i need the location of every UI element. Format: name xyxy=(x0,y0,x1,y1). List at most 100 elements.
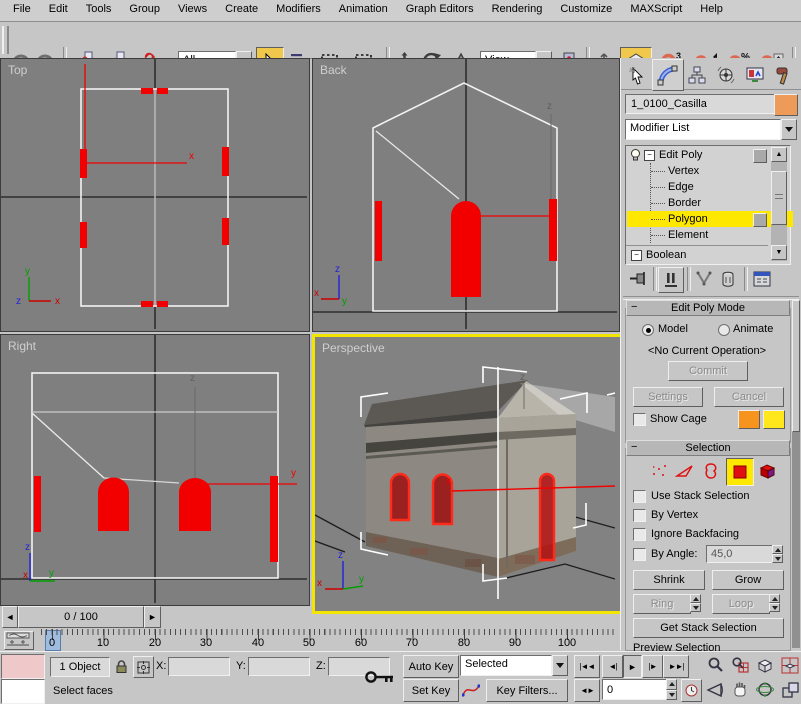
tab-create[interactable] xyxy=(623,61,651,88)
frame-spinner[interactable] xyxy=(666,679,677,700)
make-unique-button[interactable] xyxy=(693,268,715,290)
spinner-down[interactable] xyxy=(690,603,701,612)
model-radio-label[interactable]: Model xyxy=(658,323,688,335)
absolute-offset-mode-toggle[interactable] xyxy=(133,656,154,678)
loop-button[interactable]: Loop xyxy=(712,594,770,614)
scroll-thumb[interactable] xyxy=(771,171,787,225)
viewport-top-label[interactable]: Top xyxy=(8,63,27,77)
menu-tools[interactable]: Tools xyxy=(77,0,121,18)
stack-item-label[interactable]: Vertex xyxy=(668,165,699,177)
get-stack-selection-button[interactable]: Get Stack Selection xyxy=(633,618,784,638)
viewport-right[interactable]: z y z x y Right xyxy=(0,334,310,606)
use-stack-selection-checkbox[interactable] xyxy=(633,490,646,503)
by-angle-field[interactable]: 45,0 xyxy=(706,545,774,563)
time-slider-next-frame[interactable]: ► xyxy=(144,606,161,628)
modifier-list-arrow[interactable] xyxy=(781,119,797,140)
by-angle-checkbox[interactable] xyxy=(633,548,646,561)
track-bar[interactable]: 0 10 20 30 40 50 60 70 80 90 100 xyxy=(0,629,618,651)
rollout-header-edit-poly-mode[interactable]: − Edit Poly Mode xyxy=(626,300,790,316)
menu-help[interactable]: Help xyxy=(691,0,732,18)
tab-utilities[interactable] xyxy=(770,61,798,88)
panel-scroll-thumb[interactable] xyxy=(792,300,800,432)
stack-item-label[interactable]: Polygon xyxy=(668,213,708,225)
menu-file[interactable]: File xyxy=(4,0,40,18)
ring-button[interactable]: Ring xyxy=(633,594,691,614)
by-angle-label[interactable]: By Angle: xyxy=(651,548,697,560)
selection-set-dropdown[interactable]: Selected xyxy=(460,655,568,676)
polygon-subobject-button[interactable] xyxy=(726,458,754,486)
stack-row-vertex[interactable]: Vertex xyxy=(627,163,793,179)
macro-recorder-line[interactable] xyxy=(1,654,45,679)
lightbulb-icon[interactable] xyxy=(629,148,642,162)
x-coord-field[interactable] xyxy=(168,657,230,676)
menu-rendering[interactable]: Rendering xyxy=(483,0,552,18)
border-subobject-button[interactable] xyxy=(700,460,722,482)
zoom-extents-all-button[interactable] xyxy=(779,655,801,676)
tab-hierarchy[interactable] xyxy=(683,61,711,88)
viewport-back-label[interactable]: Back xyxy=(320,63,347,77)
viewport-perspective-label[interactable]: Perspective xyxy=(322,341,385,355)
time-configuration-button[interactable] xyxy=(681,679,702,702)
by-angle-spinner[interactable] xyxy=(772,545,783,563)
zoom-extents-button[interactable] xyxy=(754,655,776,676)
by-vertex-label[interactable]: By Vertex xyxy=(651,509,698,521)
shrink-button[interactable]: Shrink xyxy=(633,570,705,590)
spinner-down[interactable] xyxy=(769,603,780,612)
previous-frame-button[interactable]: ◄| xyxy=(602,655,623,678)
element-subobject-button[interactable] xyxy=(756,460,780,482)
settings-button[interactable]: Settings xyxy=(633,387,703,407)
cancel-button[interactable]: Cancel xyxy=(714,387,784,407)
edge-subobject-button[interactable] xyxy=(674,460,696,482)
stack-scrollbar[interactable]: ▲ ▼ xyxy=(771,147,787,261)
maximize-viewport-toggle[interactable] xyxy=(779,679,801,700)
rollout-header-selection[interactable]: − Selection xyxy=(626,440,790,456)
collapse-icon[interactable]: − xyxy=(631,250,642,261)
viewport-perspective[interactable]: x z z x y Perspective xyxy=(312,334,624,614)
stack-item-label[interactable]: Edge xyxy=(668,181,694,193)
key-filters-button[interactable]: Key Filters... xyxy=(486,679,568,702)
menu-views[interactable]: Views xyxy=(169,0,216,18)
stack-row-edge[interactable]: Edge xyxy=(627,179,793,195)
stack-row-element[interactable]: Element xyxy=(627,227,793,243)
default-tangent-button[interactable] xyxy=(460,679,482,700)
pan-view-button[interactable] xyxy=(729,679,751,700)
cage-color-swatch-orange[interactable] xyxy=(738,410,760,429)
menu-edit[interactable]: Edit xyxy=(40,0,77,18)
stack-item-label[interactable]: Element xyxy=(668,229,708,241)
stack-item-label[interactable]: Boolean xyxy=(646,249,686,261)
play-button[interactable]: ► xyxy=(623,655,642,678)
show-cage-checkbox[interactable] xyxy=(633,413,646,426)
model-radio[interactable] xyxy=(642,324,654,336)
use-stack-selection-label[interactable]: Use Stack Selection xyxy=(651,490,749,502)
menu-create[interactable]: Create xyxy=(216,0,267,18)
viewport-back[interactable]: z z x y Back xyxy=(312,58,620,332)
spinner-up[interactable] xyxy=(690,594,701,603)
ignore-backfacing-checkbox[interactable] xyxy=(633,528,646,541)
loop-spinner[interactable] xyxy=(769,594,780,612)
spinner-down[interactable] xyxy=(666,690,677,701)
zoom-button[interactable] xyxy=(704,655,726,676)
selection-set-arrow[interactable] xyxy=(552,655,568,676)
set-key-button[interactable]: Set Key xyxy=(403,679,459,702)
stack-row-polygon-selected[interactable]: Polygon xyxy=(627,211,793,227)
show-cage-label[interactable]: Show Cage xyxy=(650,413,707,425)
animate-radio-label[interactable]: Animate xyxy=(733,323,773,335)
viewport-top[interactable]: x y z x Top xyxy=(0,58,310,332)
time-slider-prev-frame[interactable]: ◄ xyxy=(2,606,18,628)
zoom-all-button[interactable] xyxy=(729,655,751,676)
open-mini-curve-editor-button[interactable] xyxy=(4,631,34,650)
ignore-backfacing-label[interactable]: Ignore Backfacing xyxy=(651,528,739,540)
configure-modifier-sets-button[interactable] xyxy=(750,268,774,290)
menu-modifiers[interactable]: Modifiers xyxy=(267,0,330,18)
time-slider-handle[interactable]: 0 / 100 xyxy=(18,606,144,628)
spinner-down[interactable] xyxy=(772,554,783,563)
selection-lock-toggle[interactable] xyxy=(112,656,130,676)
stack-modifier-square[interactable] xyxy=(753,149,767,163)
field-of-view-button[interactable] xyxy=(704,679,726,700)
transform-gizmo[interactable]: x xyxy=(85,64,194,163)
spinner-up[interactable] xyxy=(666,679,677,690)
scroll-down-arrow[interactable]: ▼ xyxy=(771,245,787,260)
auto-key-button[interactable]: Auto Key xyxy=(403,655,459,678)
scroll-up-arrow[interactable]: ▲ xyxy=(771,147,787,162)
stack-row-boolean[interactable]: −Boolean xyxy=(627,247,773,263)
